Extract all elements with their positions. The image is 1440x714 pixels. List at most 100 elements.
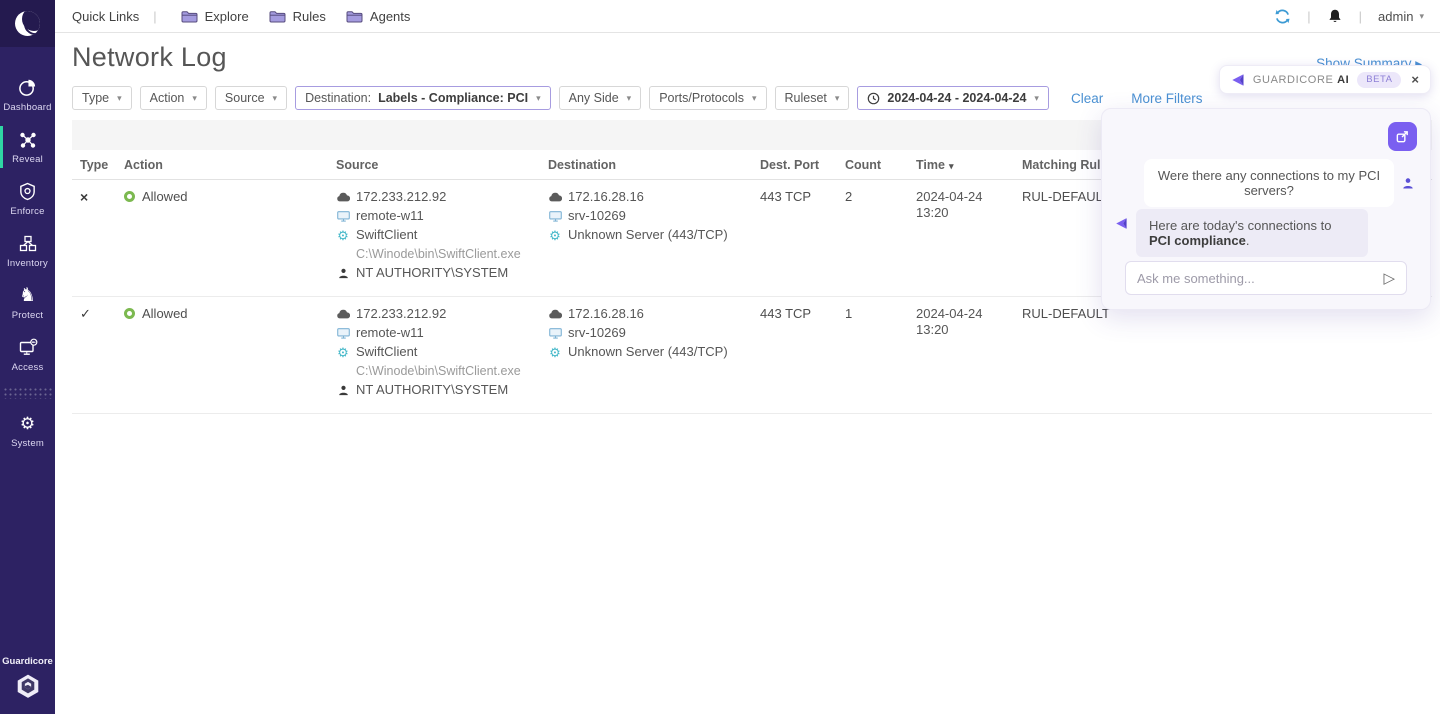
allowed-status-icon <box>124 191 135 202</box>
source-ip: 172.233.212.92 <box>356 306 446 322</box>
filter-type[interactable]: Type ▾ <box>72 86 132 110</box>
user-name: admin <box>1378 9 1413 24</box>
source-cell: 172.233.212.92 remote-w11 ⚙SwiftClient C… <box>328 306 540 401</box>
chat-input-row: ▷ <box>1125 261 1407 295</box>
sidebar-item-label: Reveal <box>12 154 43 165</box>
clock-icon <box>867 92 880 105</box>
source-process-path: C:\Winode\bin\SwiftClient.exe <box>336 363 540 379</box>
cloud-icon <box>548 309 562 319</box>
system-gear-icon: ⚙ <box>20 414 35 434</box>
brand-name: Guardicore <box>0 656 55 667</box>
col-header-count[interactable]: Count <box>837 158 908 172</box>
user-message-bubble: Were there any connections to my PCI ser… <box>1144 159 1394 207</box>
filter-source-label: Source <box>225 91 265 105</box>
sidebar-item-enforce[interactable]: Enforce <box>0 173 55 225</box>
sidebar-item-dashboard[interactable]: Dashboard <box>0 69 55 121</box>
topbar-separator: | <box>1355 9 1366 24</box>
destination-host: srv-10269 <box>568 325 626 341</box>
chevron-down-icon: ▾ <box>117 93 122 104</box>
dashboard-icon <box>18 78 37 98</box>
filter-ruleset[interactable]: Ruleset ▾ <box>775 86 850 110</box>
source-host: remote-w11 <box>356 208 424 224</box>
sidebar-item-reveal[interactable]: Reveal <box>0 121 55 173</box>
filter-date-range-value: 2024-04-24 - 2024-04-24 <box>887 91 1026 105</box>
sidebar-item-system[interactable]: ⚙ System <box>0 405 55 457</box>
filter-ports-label: Ports/Protocols <box>659 91 744 105</box>
source-user: NT AUTHORITY\SYSTEM <box>356 265 508 281</box>
folder-icon <box>269 10 286 23</box>
guardicore-logo[interactable] <box>0 0 55 47</box>
folder-icon <box>346 10 363 23</box>
notifications-bell-icon[interactable] <box>1327 8 1343 25</box>
nav-explore[interactable]: Explore <box>181 9 249 24</box>
sidebar-item-access[interactable]: Access <box>0 329 55 381</box>
destination-host: srv-10269 <box>568 208 626 224</box>
topbar-separator: | <box>149 9 160 24</box>
destination-ip: 172.16.28.16 <box>568 306 644 322</box>
filter-destination-prefix: Destination: <box>305 91 371 105</box>
nav-rules-label: Rules <box>293 9 326 24</box>
chevron-down-icon: ▾ <box>752 93 757 104</box>
clear-filters-link[interactable]: Clear <box>1071 91 1103 106</box>
nav-agents[interactable]: Agents <box>346 9 410 24</box>
cloud-icon <box>336 192 350 202</box>
sidebar-item-protect[interactable]: ♞ Protect <box>0 277 55 329</box>
sidebar-item-label: Dashboard <box>3 102 51 113</box>
col-header-destination[interactable]: Destination <box>540 158 752 172</box>
filter-source[interactable]: Source ▾ <box>215 86 287 110</box>
filter-any-side[interactable]: Any Side ▾ <box>559 86 642 110</box>
time-clock: 13:20 <box>916 322 1014 338</box>
page-title: Network Log <box>72 42 227 73</box>
sidebar-item-inventory[interactable]: Inventory <box>0 225 55 277</box>
topbar-separator: | <box>1303 9 1314 24</box>
count-cell: 1 <box>837 306 908 321</box>
host-monitor-icon <box>336 328 350 339</box>
crescent-logo-icon <box>15 11 40 36</box>
process-gear-icon: ⚙ <box>548 346 562 359</box>
col-header-source[interactable]: Source <box>328 158 540 172</box>
col-header-action[interactable]: Action <box>116 158 328 172</box>
beta-badge: BETA <box>1357 72 1401 88</box>
ai-send-plane-icon <box>1115 217 1128 230</box>
quick-links-button[interactable]: Quick Links <box>72 9 139 24</box>
expand-chat-button[interactable] <box>1388 122 1417 151</box>
popout-icon <box>1395 129 1410 144</box>
chevron-down-icon: ▾ <box>536 93 541 104</box>
refresh-icon[interactable] <box>1274 8 1291 25</box>
chevron-down-icon: ▾ <box>273 93 278 104</box>
access-icon <box>18 338 38 358</box>
connection-closed-icon: × <box>80 189 88 205</box>
allowed-status-icon <box>124 308 135 319</box>
col-header-time[interactable]: Time▾ <box>908 158 1014 172</box>
chevron-down-icon: ▾ <box>1034 93 1039 104</box>
col-header-dest-port[interactable]: Dest. Port <box>752 158 837 172</box>
table-row[interactable]: ✓ Allowed 172.233.212.92 remote-w11 ⚙Swi… <box>72 297 1432 414</box>
dest-port-cell: 443 TCP <box>752 189 837 204</box>
filter-date-range[interactable]: 2024-04-24 - 2024-04-24 ▾ <box>857 86 1049 110</box>
user-icon <box>336 268 350 279</box>
guardicore-ai-badge[interactable]: GUARDICORE AI BETA × <box>1219 65 1431 94</box>
topbar-right: | | admin ▾ <box>1274 8 1440 25</box>
filter-ruleset-label: Ruleset <box>785 91 827 105</box>
connection-established-icon: ✓ <box>80 306 91 321</box>
more-filters-link[interactable]: More Filters <box>1131 91 1202 106</box>
nav-rules[interactable]: Rules <box>269 9 326 24</box>
user-menu[interactable]: admin ▾ <box>1378 9 1424 24</box>
folder-icon <box>181 10 198 23</box>
filter-type-label: Type <box>82 91 109 105</box>
destination-cell: 172.16.28.16 srv-10269 ⚙Unknown Server (… <box>540 189 752 246</box>
chat-input[interactable] <box>1137 271 1383 286</box>
send-icon[interactable]: ▷ <box>1383 269 1395 287</box>
sidebar-item-label: Enforce <box>10 206 44 217</box>
filter-ports-protocols[interactable]: Ports/Protocols ▾ <box>649 86 766 110</box>
filter-action[interactable]: Action ▾ <box>140 86 207 110</box>
destination-process: Unknown Server (443/TCP) <box>568 344 728 360</box>
guardicore-cube-icon <box>15 673 41 699</box>
filter-destination[interactable]: Destination: Labels - Compliance: PCI ▾ <box>295 86 551 110</box>
ai-message-row: Here are today's connections to PCI comp… <box>1115 209 1368 257</box>
close-icon[interactable]: × <box>1411 72 1419 87</box>
col-header-type[interactable]: Type <box>72 158 116 172</box>
time-clock: 13:20 <box>916 205 1014 221</box>
process-gear-icon: ⚙ <box>548 229 562 242</box>
filter-destination-value: Labels - Compliance: PCI <box>378 91 528 105</box>
